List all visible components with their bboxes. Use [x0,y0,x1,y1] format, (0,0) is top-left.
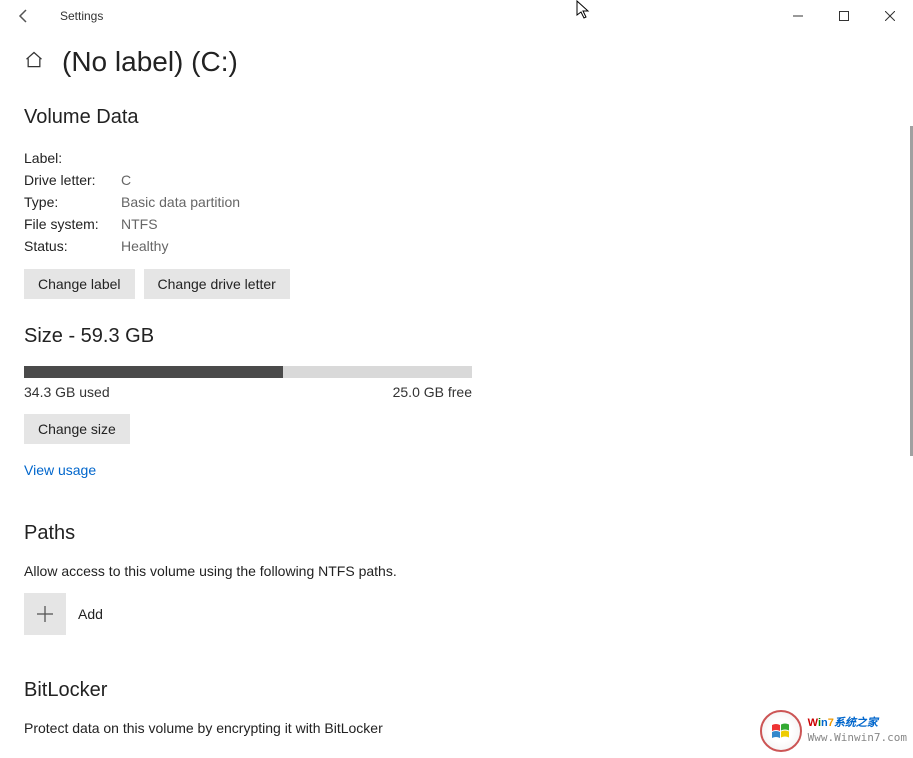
volume-data-grid: Label: Drive letter: C Type: Basic data … [24,147,889,257]
change-drive-letter-button[interactable]: Change drive letter [144,269,290,299]
change-size-button[interactable]: Change size [24,414,130,444]
watermark-logo-icon [760,710,802,752]
size-free: 25.0 GB free [393,384,472,400]
close-icon [885,11,895,21]
window-controls [775,0,913,32]
content-area: (No label) (C:) Volume Data Label: Drive… [0,32,913,758]
filesystem-key: File system: [24,216,121,232]
row-label: Label: [24,147,889,169]
size-header: Size - 59.3 GB [24,325,889,348]
paths-header: Paths [24,522,889,545]
size-bar-fill [24,366,283,378]
add-label: Add [78,606,103,622]
close-button[interactable] [867,0,913,32]
page-title: (No label) (C:) [62,46,238,78]
size-bar [24,366,472,378]
volume-data-header: Volume Data [24,106,889,129]
arrow-left-icon [16,8,32,24]
status-key: Status: [24,238,121,254]
drive-letter-value: C [121,172,131,188]
titlebar: Settings [0,0,913,32]
watermark-url: Www.Winwin7.com [808,731,907,745]
maximize-button[interactable] [821,0,867,32]
size-bar-container: 34.3 GB used 25.0 GB free [24,366,472,400]
home-icon[interactable] [24,50,44,75]
row-drive-letter: Drive letter: C [24,169,889,191]
window-title: Settings [60,9,103,23]
type-value: Basic data partition [121,194,240,210]
watermark: Win7系统之家 Www.Winwin7.com [760,710,907,752]
volume-buttons: Change label Change drive letter [24,269,889,299]
plus-icon [36,605,54,623]
status-value: Healthy [121,238,168,254]
add-path-button[interactable] [24,593,66,635]
bitlocker-header: BitLocker [24,679,889,702]
size-labels: 34.3 GB used 25.0 GB free [24,384,472,400]
add-path-row: Add [24,593,889,635]
size-used: 34.3 GB used [24,384,110,400]
label-key: Label: [24,150,121,166]
watermark-brand: Win7系统之家 [808,717,907,731]
change-label-button[interactable]: Change label [24,269,135,299]
paths-description: Allow access to this volume using the fo… [24,563,889,579]
maximize-icon [839,11,849,21]
back-button[interactable] [0,0,48,32]
page-header: (No label) (C:) [24,46,889,78]
view-usage-link[interactable]: View usage [24,462,96,478]
minimize-icon [793,11,803,21]
filesystem-value: NTFS [121,216,158,232]
row-filesystem: File system: NTFS [24,213,889,235]
drive-letter-key: Drive letter: [24,172,121,188]
type-key: Type: [24,194,121,210]
row-status: Status: Healthy [24,235,889,257]
row-type: Type: Basic data partition [24,191,889,213]
minimize-button[interactable] [775,0,821,32]
watermark-text: Win7系统之家 Www.Winwin7.com [808,717,907,745]
